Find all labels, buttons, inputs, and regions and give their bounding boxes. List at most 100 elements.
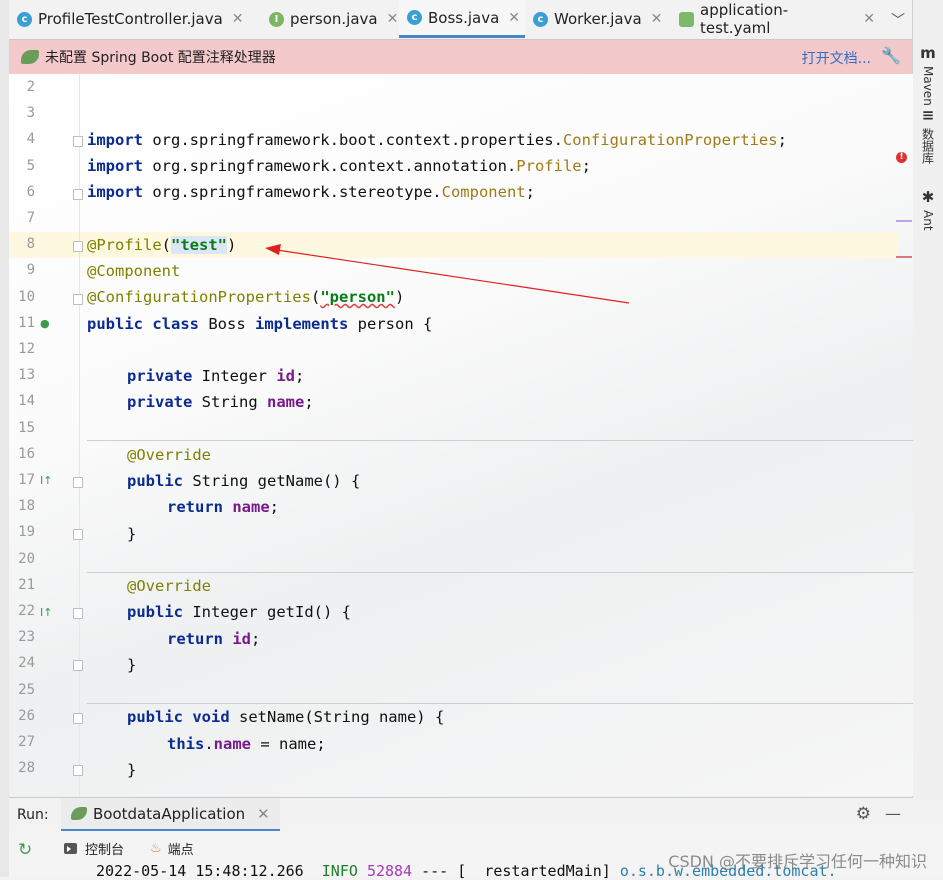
notification-banner: 未配置 Spring Boot 配置注释处理器 打开文档... 🔧 <box>9 40 913 74</box>
code-line-24: } <box>127 656 137 674</box>
database-tool[interactable]: ≡ 数据库 <box>917 106 939 164</box>
line-number: 27 <box>18 734 35 750</box>
editor-tab-bar: c ProfileTestController.java ✕ I person.… <box>9 0 913 40</box>
code-line-14: private String name; <box>127 393 314 411</box>
tab-label: Boss.java <box>428 8 500 27</box>
close-icon[interactable]: ✕ <box>232 11 244 27</box>
code-line-5: import org.springframework.context.annot… <box>87 157 591 175</box>
line-number: 15 <box>18 419 35 436</box>
tab-label: Worker.java <box>554 10 642 28</box>
line-number: 5 <box>26 157 35 174</box>
fold-marker[interactable] <box>73 241 83 253</box>
minimize-icon[interactable]: — <box>885 804 901 823</box>
error-indicator-icon[interactable]: ! <box>896 152 907 163</box>
rerun-icon[interactable]: ↻ <box>18 840 32 860</box>
ant-tool[interactable]: ✱ Ant <box>917 188 939 231</box>
line-number: 10 <box>18 288 35 305</box>
run-config-tab[interactable]: BootdataApplication ✕ <box>61 798 280 832</box>
line-number: 3 <box>26 105 35 122</box>
method-separator <box>87 440 913 441</box>
line-number: 28 <box>18 760 35 777</box>
class-icon: c <box>17 11 32 27</box>
line-number: 12 <box>18 341 35 357</box>
ant-icon: ✱ <box>921 188 935 206</box>
code-line-19: } <box>127 525 137 543</box>
fold-marker[interactable] <box>73 529 83 541</box>
code-line-9: @Component <box>87 262 181 280</box>
code-line-26: public void setName(String name) { <box>127 708 445 726</box>
fold-marker[interactable] <box>73 712 83 724</box>
line-number: 22 <box>18 603 35 619</box>
code-line-11: public class Boss implements person { <box>87 315 433 333</box>
implements-icon[interactable]: I↑ <box>40 606 52 619</box>
spring-boot-icon <box>71 807 87 820</box>
method-separator <box>87 572 913 573</box>
code-line-17: public String getName() { <box>127 472 361 490</box>
close-icon[interactable]: ✕ <box>387 11 399 27</box>
endpoints-icon: ♨ <box>150 841 162 856</box>
fold-marker[interactable] <box>73 136 83 148</box>
tab-person[interactable]: I person.java ✕ <box>261 0 399 38</box>
fold-marker[interactable] <box>73 293 83 305</box>
close-icon[interactable]: ✕ <box>863 11 875 27</box>
method-separator <box>87 703 913 704</box>
endpoints-tab[interactable]: ♨ 端点 <box>150 839 194 858</box>
line-number: 23 <box>18 629 35 646</box>
close-icon[interactable]: ✕ <box>257 805 270 823</box>
implements-icon[interactable]: I↑ <box>40 474 52 487</box>
watermark: CSDN @不要排斥学习任何一种知识 <box>668 852 927 871</box>
scroll-marker <box>896 256 912 258</box>
tab-boss[interactable]: c Boss.java ✕ <box>399 0 525 38</box>
fold-marker[interactable] <box>73 188 83 200</box>
code-line-23: return id; <box>167 630 261 648</box>
code-line-22: public Integer getId() { <box>127 603 351 621</box>
tab-label: ProfileTestController.java <box>38 10 223 28</box>
code-line-27: this.name = name; <box>167 735 326 753</box>
close-icon[interactable]: ✕ <box>651 11 663 27</box>
fold-marker[interactable] <box>73 477 83 488</box>
maven-label: Maven <box>921 66 935 106</box>
tab-worker[interactable]: c Worker.java ✕ <box>525 0 671 38</box>
console-icon <box>64 843 77 854</box>
yaml-icon <box>679 11 694 27</box>
close-icon[interactable]: ✕ <box>508 10 520 26</box>
fold-marker[interactable] <box>73 660 83 672</box>
code-line-18: return name; <box>167 498 280 516</box>
gear-icon[interactable]: ⚙ <box>856 804 871 824</box>
line-number: 14 <box>18 393 35 410</box>
chevron-down-icon[interactable]: ﹀ <box>891 10 905 30</box>
line-number: 11 <box>18 314 35 331</box>
class-icon: c <box>407 10 422 25</box>
code-line-21: @Override <box>127 577 211 595</box>
tab-label: application-test.yaml <box>700 1 789 37</box>
maven-icon: m <box>920 44 936 62</box>
console-tab[interactable]: 控制台 <box>64 839 124 858</box>
code-line-28: } <box>127 761 137 779</box>
line-number: 24 <box>18 655 35 672</box>
ant-label: Ant <box>921 210 935 231</box>
fold-marker[interactable] <box>73 608 83 619</box>
endpoints-tab-label: 端点 <box>167 843 194 858</box>
banner-message: 未配置 Spring Boot 配置注释处理器 <box>45 50 276 66</box>
line-number: 16 <box>18 445 35 462</box>
code-line-8: @Profile("test") <box>87 236 237 254</box>
code-line-10: @ConfigurationProperties("person") <box>87 288 405 306</box>
line-number: 4 <box>26 131 35 148</box>
spring-icon <box>21 50 39 64</box>
fold-marker[interactable] <box>73 765 83 777</box>
maven-tool[interactable]: m Maven <box>917 44 939 106</box>
open-docs-link[interactable]: 打开文档... <box>802 48 871 68</box>
code-line-6: import org.springframework.stereotype.Co… <box>87 183 535 201</box>
wrench-icon[interactable]: 🔧 <box>881 46 901 65</box>
line-number: 26 <box>18 707 35 724</box>
database-icon: ≡ <box>921 106 935 124</box>
tab-profile-test-controller[interactable]: c ProfileTestController.java ✕ <box>9 0 261 38</box>
tab-application-test-yaml[interactable]: application-test.yaml ✕ <box>671 0 883 38</box>
line-number: 25 <box>18 681 35 698</box>
code-editor[interactable]: 2 3 4 5 6 7 8 9 10 11 12 13 14 15 16 17 18 19 20 21 22 23 24 25… <box>9 74 913 796</box>
line-number: 21 <box>18 576 35 593</box>
line-number: 9 <box>26 262 35 279</box>
line-number: 7 <box>26 210 35 226</box>
bean-icon[interactable]: ● <box>40 317 50 330</box>
line-number: 6 <box>26 183 35 200</box>
